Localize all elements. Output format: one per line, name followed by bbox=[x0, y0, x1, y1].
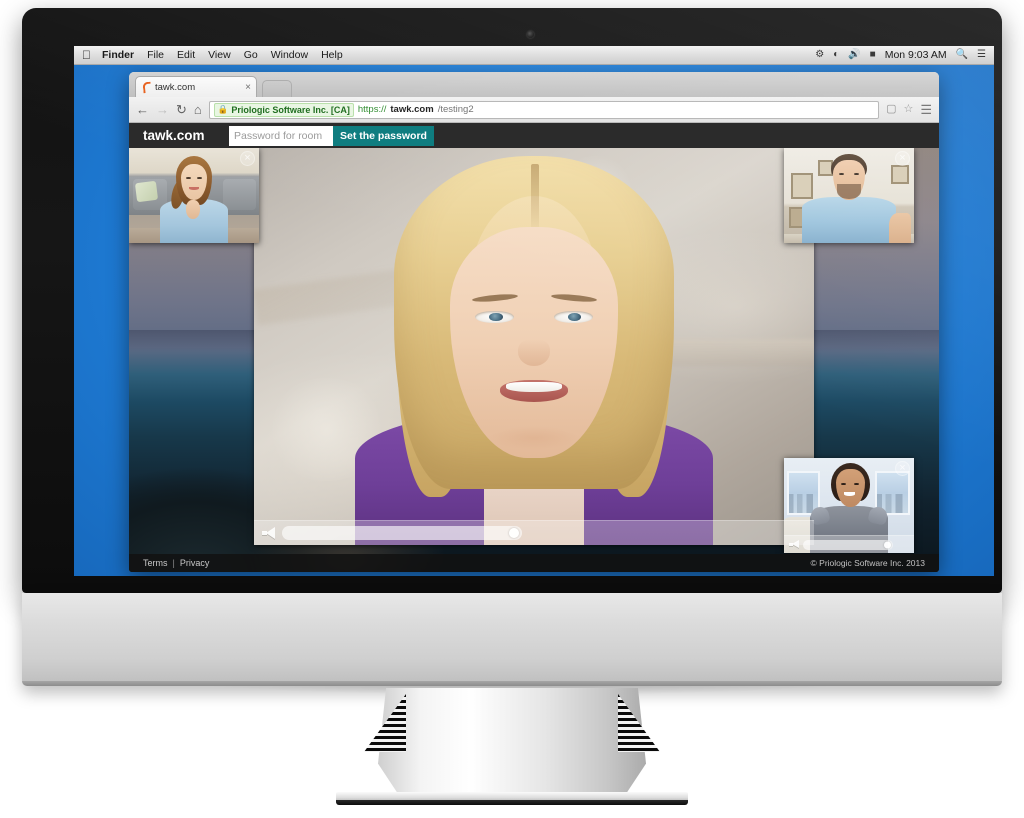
menu-bar-status-area: ⚙ ◐ 🔊 ■ Mon 9:03 AM 🔍 ☰ bbox=[815, 49, 986, 61]
person-nose bbox=[518, 338, 550, 367]
person-mouth bbox=[500, 380, 568, 402]
close-icon[interactable]: × bbox=[895, 151, 910, 166]
thumb1-pillow bbox=[134, 180, 158, 203]
back-arrow-icon[interactable]: ← bbox=[136, 103, 149, 116]
battery-icon[interactable]: ■ bbox=[870, 50, 876, 60]
forward-arrow-icon[interactable]: → bbox=[156, 103, 169, 116]
volume-slider[interactable] bbox=[803, 539, 893, 550]
webcam-icon bbox=[527, 31, 534, 38]
desktop-screen:  Finder File Edit View Go Window Help ⚙… bbox=[74, 46, 994, 576]
bluetooth-icon[interactable]: ⚙ bbox=[815, 50, 824, 60]
thumb2-person-eye-left bbox=[838, 172, 844, 175]
thumb2-person-shirt bbox=[802, 197, 896, 243]
video-conference-stage: × × × bbox=[129, 148, 939, 554]
thumbnail-video-woman-office[interactable]: × bbox=[784, 458, 914, 553]
menu-bar-clock[interactable]: Mon 9:03 AM bbox=[885, 49, 947, 61]
menu-item-go[interactable]: Go bbox=[244, 49, 258, 61]
footer-separator: | bbox=[172, 558, 175, 568]
thumb2-person-beard bbox=[837, 184, 861, 200]
home-icon[interactable]: ⌂ bbox=[194, 103, 202, 116]
browser-toolbar: ← → ↻ ⌂ 🔒 Priologic Software Inc. [CA] h… bbox=[129, 97, 939, 123]
room-password-input[interactable] bbox=[229, 125, 333, 146]
privacy-link[interactable]: Privacy bbox=[180, 558, 210, 568]
apple-logo-icon[interactable]:  bbox=[82, 49, 91, 61]
close-icon[interactable]: × bbox=[895, 461, 910, 476]
url-path: /testing2 bbox=[437, 104, 474, 115]
volume-slider[interactable] bbox=[282, 526, 522, 540]
url-host: tawk.com bbox=[390, 104, 434, 115]
address-bar[interactable]: 🔒 Priologic Software Inc. [CA] https:// … bbox=[208, 100, 880, 119]
menu-item-edit[interactable]: Edit bbox=[177, 49, 195, 61]
menu-item-window[interactable]: Window bbox=[271, 49, 308, 61]
imac-scene:  Finder File Edit View Go Window Help ⚙… bbox=[0, 0, 1024, 818]
tawk-favicon bbox=[141, 82, 151, 92]
thumb2-picture-frame-4 bbox=[890, 165, 909, 185]
person-chin bbox=[489, 425, 579, 450]
close-icon[interactable]: × bbox=[245, 82, 251, 93]
lock-icon: 🔒 bbox=[217, 104, 229, 115]
imac-stand-base-shadow bbox=[336, 800, 688, 805]
set-password-button[interactable]: Set the password bbox=[333, 125, 434, 146]
main-video-controls bbox=[254, 520, 814, 545]
new-tab-button[interactable] bbox=[262, 80, 292, 97]
app-brand-logo[interactable]: tawk.com bbox=[143, 128, 229, 143]
browser-tab[interactable]: tawk.com × bbox=[135, 76, 257, 97]
chrome-browser-window: tawk.com × ← → ↻ ⌂ 🔒 Priologic Software … bbox=[129, 72, 939, 572]
menu-item-help[interactable]: Help bbox=[321, 49, 343, 61]
thumb1-cushion-right bbox=[222, 179, 257, 210]
volume-icon[interactable]: 🔊 bbox=[848, 50, 860, 60]
menu-item-file[interactable]: File bbox=[147, 49, 164, 61]
volume-slider-handle[interactable] bbox=[509, 528, 519, 538]
menu-item-finder[interactable]: Finder bbox=[102, 49, 134, 61]
close-icon[interactable]: × bbox=[240, 151, 255, 166]
star-icon[interactable]: ☆ bbox=[903, 104, 913, 115]
thumb3-person-eye-left bbox=[840, 482, 846, 485]
ev-certificate-badge[interactable]: 🔒 Priologic Software Inc. [CA] bbox=[213, 102, 354, 117]
ev-certificate-label: Priologic Software Inc. [CA] bbox=[231, 104, 350, 115]
screencast-icon[interactable]: ▢ bbox=[886, 104, 896, 115]
main-video-frame bbox=[254, 148, 814, 545]
thumb2-person-arm bbox=[889, 212, 912, 243]
main-video-blonde-woman[interactable] bbox=[254, 148, 814, 545]
reload-icon[interactable]: ↻ bbox=[176, 103, 187, 116]
imac-chin bbox=[22, 593, 1002, 686]
copyright-text: © Priologic Software Inc. 2013 bbox=[810, 558, 925, 568]
person-teeth bbox=[505, 381, 563, 393]
spotlight-search-icon[interactable]: 🔍 bbox=[956, 50, 968, 60]
browser-tab-title: tawk.com bbox=[155, 81, 196, 93]
hamburger-menu-icon[interactable]: ☰ bbox=[920, 103, 932, 116]
thumbnail-1-frame bbox=[129, 148, 259, 243]
imac-bezel:  Finder File Edit View Go Window Help ⚙… bbox=[22, 8, 1002, 593]
page-footer: Terms | Privacy © Priologic Software Inc… bbox=[129, 554, 939, 572]
thumbnail-2-frame bbox=[784, 148, 914, 243]
thumbnail-video-woman-couch[interactable]: × bbox=[129, 148, 259, 243]
volume-slider-handle[interactable] bbox=[884, 541, 891, 548]
app-header-bar: tawk.com Set the password bbox=[129, 123, 939, 148]
imac-stand-neck bbox=[378, 688, 646, 796]
notification-center-icon[interactable]: ☰ bbox=[977, 50, 986, 60]
speaker-icon[interactable] bbox=[789, 540, 800, 549]
tawk-page: tawk.com Set the password bbox=[129, 123, 939, 572]
macos-menu-bar[interactable]:  Finder File Edit View Go Window Help ⚙… bbox=[74, 46, 994, 65]
menu-item-view[interactable]: View bbox=[208, 49, 231, 61]
browser-tab-strip: tawk.com × bbox=[129, 72, 939, 97]
terms-link[interactable]: Terms bbox=[143, 558, 168, 568]
speaker-icon[interactable] bbox=[262, 527, 276, 539]
thumb2-picture-frame-1 bbox=[790, 172, 813, 200]
person-hair-part bbox=[531, 163, 540, 236]
thumbnail-3-controls bbox=[784, 535, 914, 553]
wifi-icon[interactable]: ◐ bbox=[833, 50, 839, 60]
thumb1-person-eye-left bbox=[185, 176, 191, 179]
url-scheme: https:// bbox=[357, 104, 387, 115]
thumbnail-video-man[interactable]: × bbox=[784, 148, 914, 243]
